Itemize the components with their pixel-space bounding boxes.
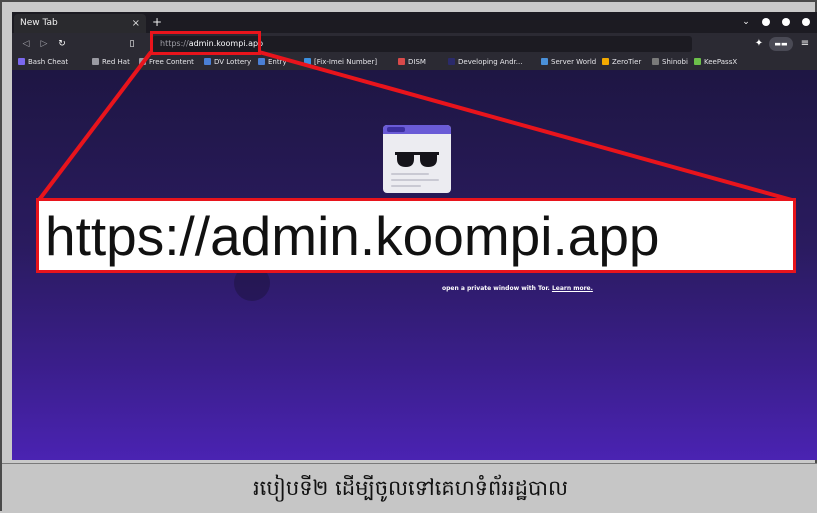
bookmark-item[interactable]: Entry bbox=[258, 55, 287, 70]
bookmark-favicon-icon bbox=[304, 58, 311, 65]
bookmark-item[interactable]: DISM bbox=[398, 55, 426, 70]
bookmark-item[interactable]: Free Content bbox=[139, 55, 194, 70]
private-window-icon bbox=[383, 125, 451, 193]
bookmark-label: Red Hat bbox=[102, 58, 130, 66]
bookmarks-toolbar: Bash Cheat Red Hat Free Content DV Lottery E… bbox=[12, 55, 817, 70]
bookmark-item[interactable]: [Fix-Imei Number] bbox=[304, 55, 377, 70]
bookmark-item[interactable]: ZeroTier bbox=[602, 55, 641, 70]
bookmark-favicon-icon bbox=[602, 58, 609, 65]
bookmark-favicon-icon bbox=[204, 58, 211, 65]
bookmark-label: Developing Andr... bbox=[458, 58, 523, 66]
learn-more-link[interactable]: Learn more. bbox=[552, 285, 593, 292]
tab-title: New Tab bbox=[20, 18, 58, 28]
caption-text: របៀបទី២ ដើម្បីចូលទៅគេហទំព័ររដ្ឋបាល bbox=[252, 476, 568, 500]
close-icon[interactable] bbox=[800, 16, 812, 28]
caption-bar: របៀបទី២ ដើម្បីចូលទៅគេហទំព័ររដ្ឋបាល bbox=[2, 463, 817, 513]
minimize-icon[interactable] bbox=[760, 16, 772, 28]
nav-toolbar: ◁ ▷ ↻ ▯ https://admin.koompi.app ✦ ▬▬ ≡ bbox=[12, 33, 817, 55]
private-window-message: open a private window with Tor. Learn mo… bbox=[442, 285, 593, 292]
bookmark-label: Server World bbox=[551, 58, 597, 66]
new-tab-button[interactable]: + bbox=[150, 14, 164, 31]
tab-new-tab[interactable]: New Tab × bbox=[14, 14, 146, 33]
tab-bar: New Tab × + ⌄ bbox=[12, 12, 817, 33]
forward-icon[interactable]: ▷ bbox=[36, 35, 52, 53]
bookmark-item[interactable]: KeePassX bbox=[694, 55, 737, 70]
private-browsing-icon[interactable]: ▬▬ bbox=[769, 37, 793, 51]
bookmark-item[interactable]: Developing Andr... bbox=[448, 55, 522, 70]
bookmark-favicon-icon bbox=[139, 58, 146, 65]
callout-url-box: https://admin.koompi.app bbox=[36, 198, 796, 273]
callout-url-text: https://admin.koompi.app bbox=[45, 205, 660, 267]
bookmark-favicon-icon bbox=[694, 58, 701, 65]
bookmark-favicon-icon bbox=[448, 58, 455, 65]
bookmark-label: Entry bbox=[268, 58, 287, 66]
chevron-down-icon[interactable]: ⌄ bbox=[740, 16, 752, 28]
bookmark-icon[interactable]: ▯ bbox=[124, 35, 140, 53]
bookmark-favicon-icon bbox=[92, 58, 99, 65]
bookmark-favicon-icon bbox=[258, 58, 265, 65]
maximize-icon[interactable] bbox=[780, 16, 792, 28]
bookmark-favicon-icon bbox=[18, 58, 25, 65]
back-icon[interactable]: ◁ bbox=[18, 35, 34, 53]
bookmark-favicon-icon bbox=[398, 58, 405, 65]
bookmark-item[interactable]: DV Lottery bbox=[204, 55, 251, 70]
bookmark-favicon-icon bbox=[652, 58, 659, 65]
extensions-icon[interactable]: ✦ bbox=[752, 35, 766, 53]
bookmark-item[interactable]: Shinobi bbox=[652, 55, 688, 70]
bookmark-item[interactable]: Red Hat bbox=[92, 55, 130, 70]
bookmark-favicon-icon bbox=[541, 58, 548, 65]
bookmark-label: Shinobi bbox=[662, 58, 688, 66]
bookmark-label: Bash Cheat bbox=[28, 58, 69, 66]
reload-icon[interactable]: ↻ bbox=[54, 35, 70, 53]
close-tab-icon[interactable]: × bbox=[132, 14, 140, 33]
bookmark-item[interactable]: Bash Cheat bbox=[18, 55, 68, 70]
url-highlight-box bbox=[150, 31, 261, 55]
screenshot-frame: New Tab × + ⌄ ◁ ▷ ↻ ▯ https://admin.koom… bbox=[0, 0, 817, 513]
bookmark-label: Free Content bbox=[149, 58, 194, 66]
bookmark-label: DV Lottery bbox=[214, 58, 252, 66]
bookmark-label: [Fix-Imei Number] bbox=[314, 58, 378, 66]
bookmark-item[interactable]: Server World bbox=[541, 55, 596, 70]
bookmark-label: KeePassX bbox=[704, 58, 738, 66]
bookmark-label: ZeroTier bbox=[612, 58, 642, 66]
menu-icon[interactable]: ≡ bbox=[798, 35, 812, 53]
bookmark-label: DISM bbox=[408, 58, 426, 66]
